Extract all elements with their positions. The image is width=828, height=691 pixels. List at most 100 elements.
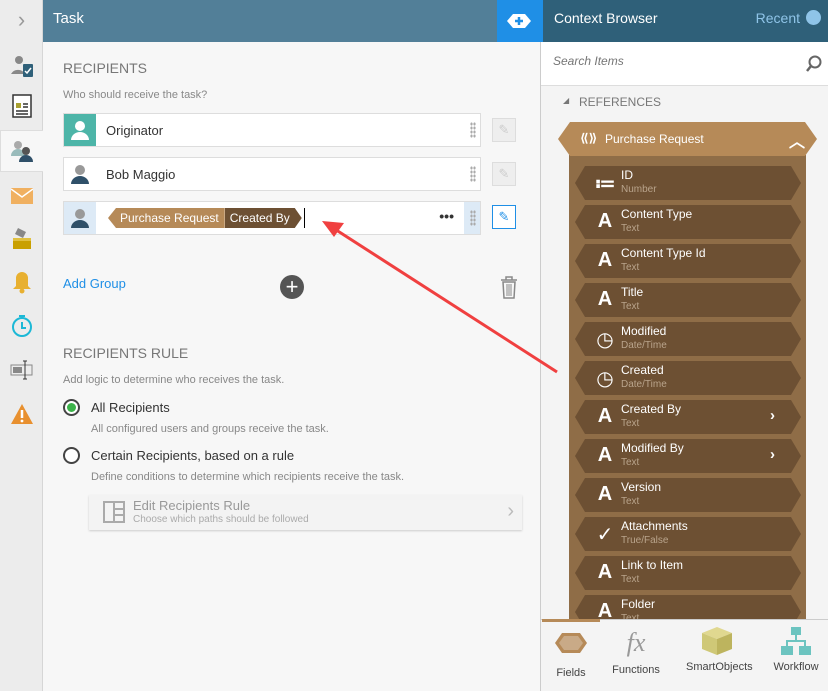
form-icon[interactable] <box>0 86 43 126</box>
recipients-icon[interactable] <box>0 130 43 172</box>
chevron-right-icon: › <box>507 500 514 522</box>
timer-icon[interactable] <box>0 306 43 346</box>
add-group-link[interactable]: Add Group <box>63 276 126 291</box>
item-name: Modified By <box>621 441 684 455</box>
reference-item[interactable]: A Content Type Id Text <box>575 244 801 278</box>
reference-token[interactable]: Purchase Request Created By <box>108 208 305 228</box>
item-name: Title <box>621 285 644 299</box>
context-browser: Context Browser Recent ◢ REFERENCES ⟪⟫ P… <box>541 0 828 691</box>
rule-subtitle: Add logic to determine who receives the … <box>63 374 285 386</box>
item-type: Date/Time <box>621 340 667 351</box>
reference-item[interactable]: A Created By Text › <box>575 400 801 434</box>
task-panel: Task RECIPIENTS Who should receive the t… <box>43 0 541 691</box>
user-icon <box>64 202 96 234</box>
reference-item[interactable]: A Link to Item Text <box>575 556 801 590</box>
item-name: ID <box>621 168 633 182</box>
reference-item[interactable]: ◷ Modified Date/Time <box>575 322 801 356</box>
functions-icon: fx <box>626 628 646 657</box>
option-label[interactable]: All Recipients <box>91 400 170 415</box>
reference-item[interactable]: A Content Type Text <box>575 205 801 239</box>
item-type: Text <box>621 418 640 429</box>
datetime-icon: ◷ <box>596 329 614 351</box>
text-cursor <box>303 208 305 228</box>
bottom-tabs: Fields fx Functions SmartObjects Workflow <box>541 619 828 691</box>
warning-icon[interactable] <box>0 394 43 434</box>
token-parent: Purchase Request <box>108 208 225 228</box>
edit-rule-subtitle: Choose which paths should be followed <box>133 514 309 525</box>
reference-item[interactable]: ◷ Created Date/Time <box>575 361 801 395</box>
text-icon: A <box>597 600 613 619</box>
recipient-row-originator[interactable]: Originator <box>63 113 481 147</box>
item-type: Date/Time <box>621 379 667 390</box>
reference-item[interactable]: ≔ ID Number <box>575 166 801 200</box>
add-icon <box>507 14 531 28</box>
option-desc: All configured users and groups receive … <box>91 423 329 435</box>
item-type: Text <box>621 301 640 312</box>
reference-item[interactable]: A Folder Text <box>575 595 801 619</box>
recipients-heading: RECIPIENTS <box>63 60 148 76</box>
tab-smartobjects[interactable]: SmartObjects <box>686 627 753 673</box>
chevron-right-icon[interactable]: › <box>770 407 775 424</box>
chevron-right-icon[interactable]: › <box>770 446 775 463</box>
recipient-row-user[interactable]: Bob Maggio <box>63 157 481 191</box>
edit-button[interactable]: ✎ <box>492 162 516 186</box>
escalation-icon[interactable] <box>0 218 43 258</box>
edit-button[interactable]: ✎ <box>492 118 516 142</box>
text-icon: A <box>597 210 613 232</box>
add-recipient-button[interactable]: + <box>280 275 304 299</box>
task-header: Task <box>43 0 497 42</box>
option-label[interactable]: Certain Recipients, based on a rule <box>91 448 294 463</box>
left-rail: › <box>0 0 43 691</box>
reference-item[interactable]: ✓ Attachments True/False <box>575 517 801 551</box>
more-options-icon[interactable]: ••• <box>439 208 454 224</box>
text-field-icon[interactable] <box>0 350 43 390</box>
boolean-icon: ✓ <box>596 524 614 546</box>
item-name: Created By <box>621 402 682 416</box>
chevron-right-icon[interactable]: › <box>0 0 43 40</box>
email-icon[interactable] <box>0 176 43 216</box>
rule-heading: RECIPIENTS RULE <box>63 345 189 361</box>
edit-rule-title: Edit Recipients Rule <box>133 498 251 513</box>
recipients-subtitle: Who should receive the task? <box>63 89 208 101</box>
item-name: Content Type Id <box>621 246 706 260</box>
reference-item[interactable]: A Title Text <box>575 283 801 317</box>
recipient-label: Originator <box>106 122 164 138</box>
reference-item[interactable]: A Version Text <box>575 478 801 512</box>
recipient-label: Bob Maggio <box>106 166 176 182</box>
recipient-row-reference[interactable]: Purchase Request Created By ••• <box>63 201 481 235</box>
tab-fields[interactable]: Fields <box>541 632 601 679</box>
fields-icon <box>555 633 587 653</box>
item-type: Text <box>621 496 640 507</box>
radio-all-recipients[interactable] <box>63 399 80 416</box>
text-icon: A <box>597 249 613 271</box>
number-list-icon: ≔ <box>594 173 616 195</box>
item-type: Text <box>621 457 640 468</box>
smartobjects-icon <box>702 627 732 655</box>
drag-handle[interactable] <box>470 122 476 138</box>
workflow-icon <box>781 627 811 655</box>
drag-handle[interactable] <box>470 166 476 182</box>
delete-icon[interactable] <box>500 275 518 304</box>
item-name: Attachments <box>621 519 688 533</box>
edit-recipients-rule-button[interactable]: Edit Recipients Rule Choose which paths … <box>89 495 522 530</box>
reference-items: ≔ ID Number A Content Type Text A Content Type … <box>541 0 828 619</box>
edit-button-active[interactable]: ✎ <box>492 205 516 229</box>
user-task-icon[interactable] <box>0 46 43 86</box>
item-name: Content Type <box>621 207 693 221</box>
notification-bell-icon[interactable] <box>0 262 43 302</box>
text-icon: A <box>597 444 613 466</box>
active-tab-indicator <box>542 619 600 622</box>
datetime-icon: ◷ <box>596 368 614 390</box>
add-step-button[interactable] <box>497 0 541 42</box>
drag-handle[interactable] <box>470 210 476 226</box>
tab-workflow[interactable]: Workflow <box>766 627 826 673</box>
item-name: Version <box>621 480 662 494</box>
reference-item[interactable]: A Modified By Text › <box>575 439 801 473</box>
text-icon: A <box>597 561 613 583</box>
item-type: True/False <box>621 535 669 546</box>
text-icon: A <box>597 288 613 310</box>
tab-functions[interactable]: fx Functions <box>606 628 666 677</box>
item-type: Text <box>621 574 640 585</box>
radio-certain-recipients[interactable] <box>63 447 80 464</box>
item-name: Created <box>621 363 664 377</box>
